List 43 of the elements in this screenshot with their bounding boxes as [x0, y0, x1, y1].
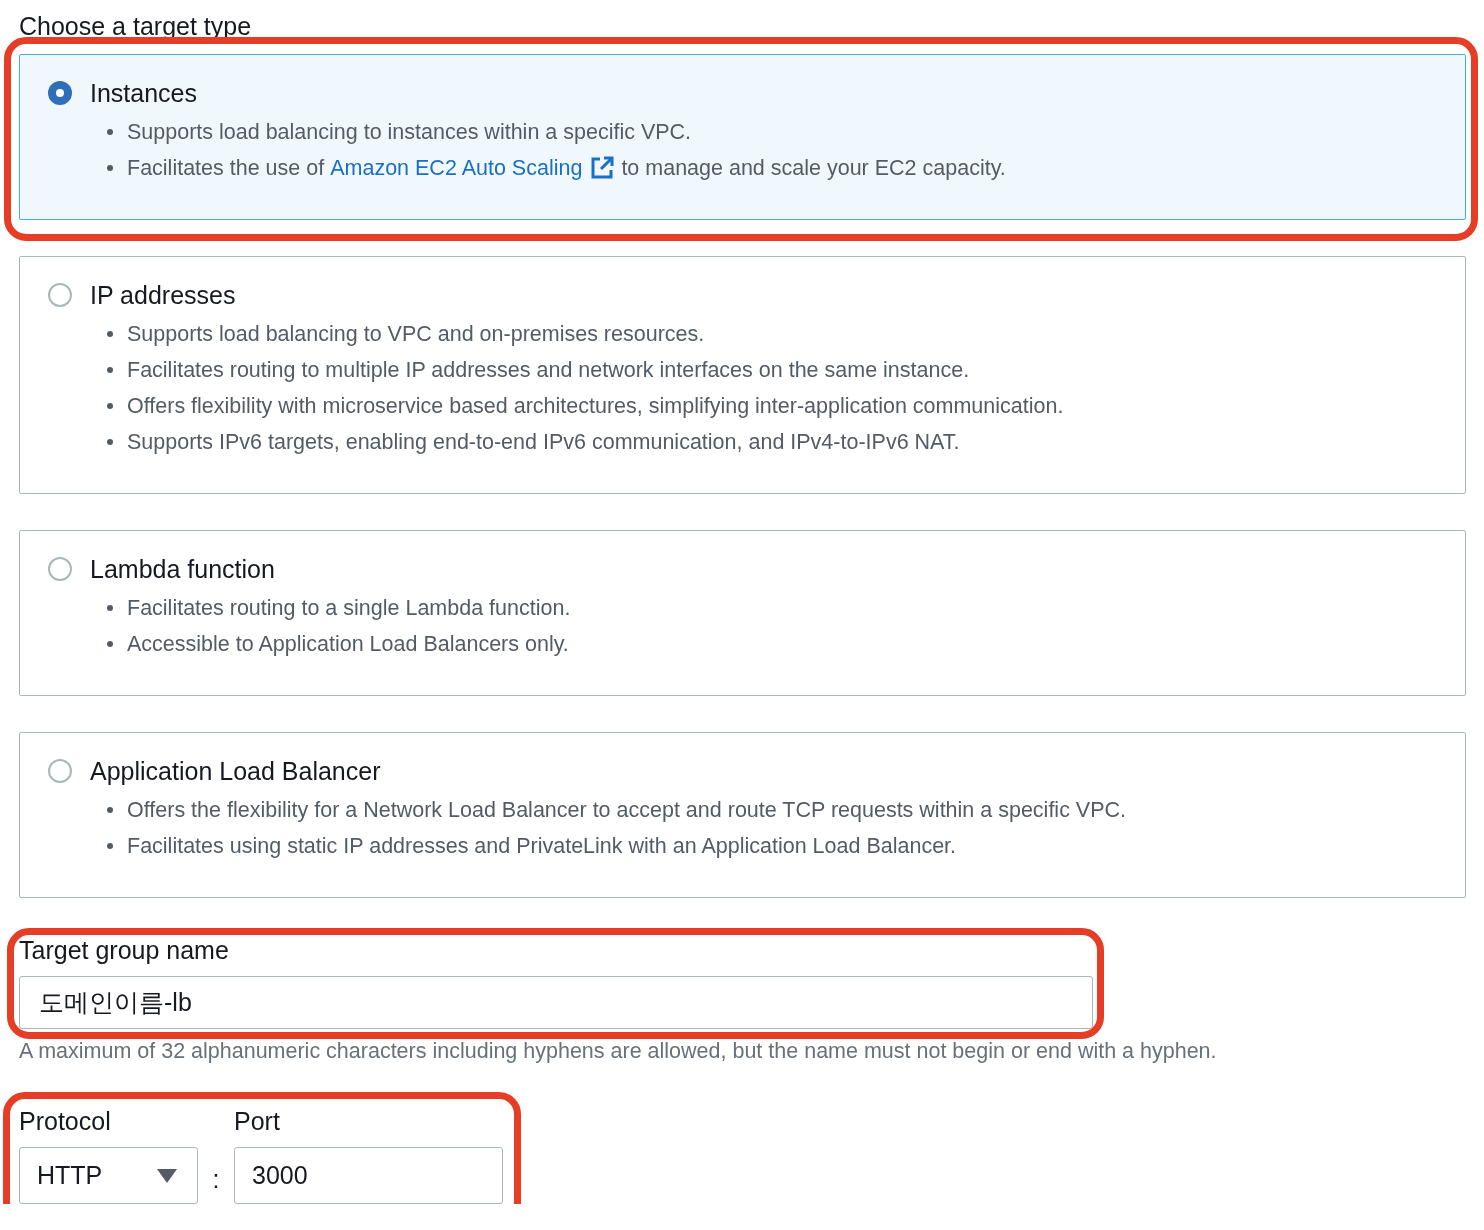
- bullet-text: Supports load balancing to instances within a specific VPC.: [127, 118, 692, 146]
- hint-text: A maximum of 32 alphanumeric characters including hyphens are allowed, but the name must not begin or end with a hyphen.: [19, 1039, 1218, 1064]
- port-input[interactable]: 3000: [234, 1147, 503, 1204]
- option-card[interactable]: Lambda function Facilitates routing to a single Lambda function. Accessible to Application Load Balancers only.: [19, 530, 1466, 696]
- radio-button[interactable]: [48, 283, 72, 307]
- option-card[interactable]: [19, 732, 1466, 898]
- separator-text: :: [212, 1165, 220, 1194]
- radio-button[interactable]: [48, 759, 72, 783]
- field-label: Port: [234, 1107, 281, 1136]
- bullet-text: Facilitates routing to multiple IP addresses and network interfaces on the same instance.: [127, 356, 970, 384]
- text-link[interactable]: Amazon EC2 Auto Scaling: [330, 154, 615, 182]
- radio-button[interactable]: [48, 557, 72, 581]
- option-card[interactable]: [19, 256, 1466, 494]
- bullet-icon: [107, 403, 113, 409]
- radio-button[interactable]: [48, 81, 72, 105]
- caret-icon: [157, 1168, 177, 1183]
- bullet-text: Supports load balancing to VPC and on-premises resources.: [127, 320, 705, 348]
- option-title: IP addresses: [90, 280, 236, 310]
- field-label: Target group name: [19, 936, 230, 965]
- bullet-text: Accessible to Application Load Balancers only.: [127, 630, 569, 658]
- field-label: Protocol: [19, 1107, 112, 1136]
- external-link-icon: [590, 156, 615, 180]
- bullet-icon: [107, 165, 113, 171]
- bullet-text: Facilitates using static IP addresses and PrivateLink with an Application Load Balancer.: [127, 832, 957, 860]
- bullet-icon: [107, 331, 113, 337]
- bullet-icon: [107, 367, 113, 373]
- bullet-text: Facilitates the use of Amazon EC2 Auto Scaling to manage and scale your EC2 capacity.: [127, 154, 1006, 182]
- bullet-icon: [107, 641, 113, 647]
- option-title: Application Load Balancer: [90, 756, 381, 786]
- bullet-text: Supports IPv6 targets, enabling end-to-end IPv6 communication, and IPv4-to-IPv6 NAT.: [127, 428, 960, 456]
- bullet-text: Offers the flexibility for a Network Load Balancer to accept and route TCP requests within a specific VPC.: [127, 796, 1127, 824]
- protocol-select[interactable]: HTTP: [19, 1147, 198, 1204]
- bullet-icon: [107, 439, 113, 445]
- bullet-text: Offers flexibility with microservice based architectures, simplifying inter-application communication.: [127, 392, 1064, 420]
- bullet-icon: [107, 807, 113, 813]
- bullet-icon: [107, 843, 113, 849]
- bullet-text: Facilitates routing to a single Lambda function.: [127, 594, 571, 622]
- name-input[interactable]: 도메인이름-lb: [19, 976, 1093, 1029]
- option-title: Lambda function: [90, 554, 275, 584]
- bullet-icon: [107, 129, 113, 135]
- bullet-icon: [107, 605, 113, 611]
- option-card[interactable]: Instances Supports load balancing to instances within a specific VPC. Facilitates the use of Amazon EC2 Auto Scaling to manage and scale your EC2 capacity.: [19, 54, 1466, 220]
- option-title: Instances: [90, 78, 197, 108]
